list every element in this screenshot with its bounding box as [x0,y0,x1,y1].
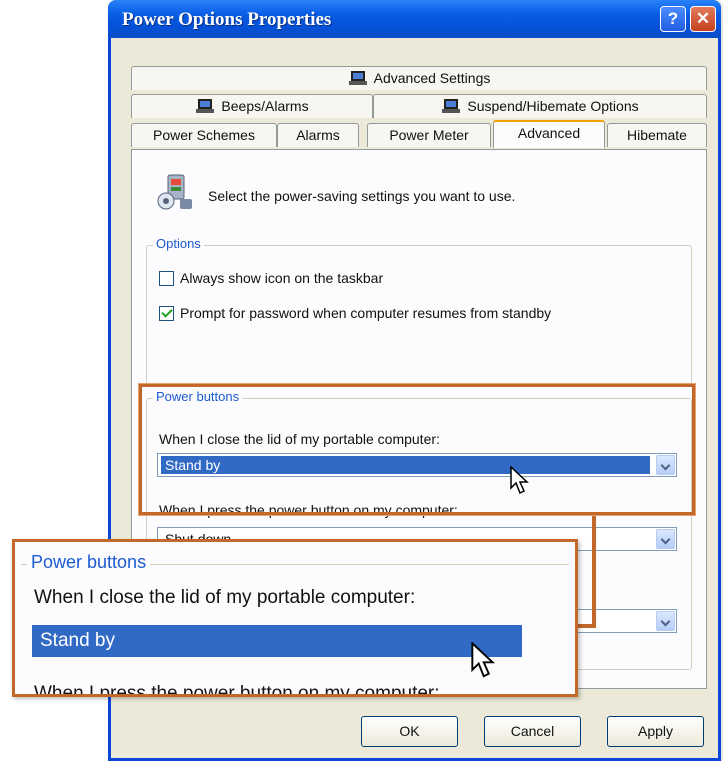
prompt-password-option[interactable]: Prompt for password when computer resume… [159,305,551,321]
tab-label: Advanced Settings [373,70,491,86]
tab-label: Suspend/Hibemate Options [467,98,639,114]
callout-lid-value: Stand by [32,625,522,657]
tab-advanced[interactable]: Advanced [493,120,605,148]
chevron-down-icon[interactable] [656,611,675,631]
callout-power-label: When I press the power button on my comp… [34,683,440,697]
callout-lid-label: When I close the lid of my portable comp… [34,587,416,608]
show-icon-label: Always show icon on the taskbar [180,270,384,286]
prompt-password-checkbox[interactable] [159,305,174,321]
tab-suspend-hibernate[interactable]: Suspend/Hibemate Options [373,94,707,118]
tab-beeps-alarms[interactable]: Beeps/Alarms [131,94,373,118]
laptop-icon [442,99,461,113]
apply-button[interactable]: Apply [607,716,704,747]
callout-legend: Power buttons [27,552,151,573]
intro-text: Select the power-saving settings you wan… [208,188,516,204]
ok-button[interactable]: OK [361,716,458,747]
laptop-icon [196,99,215,113]
tab-power-meter[interactable]: Power Meter [367,123,491,147]
mouse-pointer-icon [510,466,529,495]
prompt-password-label: Prompt for password when computer resume… [180,305,552,321]
title-bar[interactable]: Power Options Properties ? ✕ [108,0,721,38]
callout-mouse-pointer-icon [471,642,496,678]
show-icon-option[interactable]: Always show icon on the taskbar [159,270,383,286]
help-button[interactable]: ? [660,6,686,32]
cancel-button[interactable]: Cancel [484,716,581,747]
tab-alarms[interactable]: Alarms [277,123,359,147]
tab-power-schemes[interactable]: Power Schemes [131,123,277,147]
tab-advanced-settings[interactable]: Advanced Settings [131,66,707,90]
show-icon-checkbox[interactable] [159,270,174,286]
options-group: Options Always show icon on the taskbar … [146,236,692,385]
highlight-box [139,384,695,515]
tab-label: Beeps/Alarms [221,98,309,114]
options-legend: Options [153,236,204,251]
tab-hibernate[interactable]: Hibemate [607,123,707,147]
zoom-callout: Power buttons When I close the lid of my… [12,539,578,697]
power-settings-icon [157,174,192,210]
chevron-down-icon[interactable] [656,529,675,549]
laptop-icon [348,71,367,85]
window-title: Power Options Properties [122,9,332,30]
close-button[interactable]: ✕ [690,6,716,32]
